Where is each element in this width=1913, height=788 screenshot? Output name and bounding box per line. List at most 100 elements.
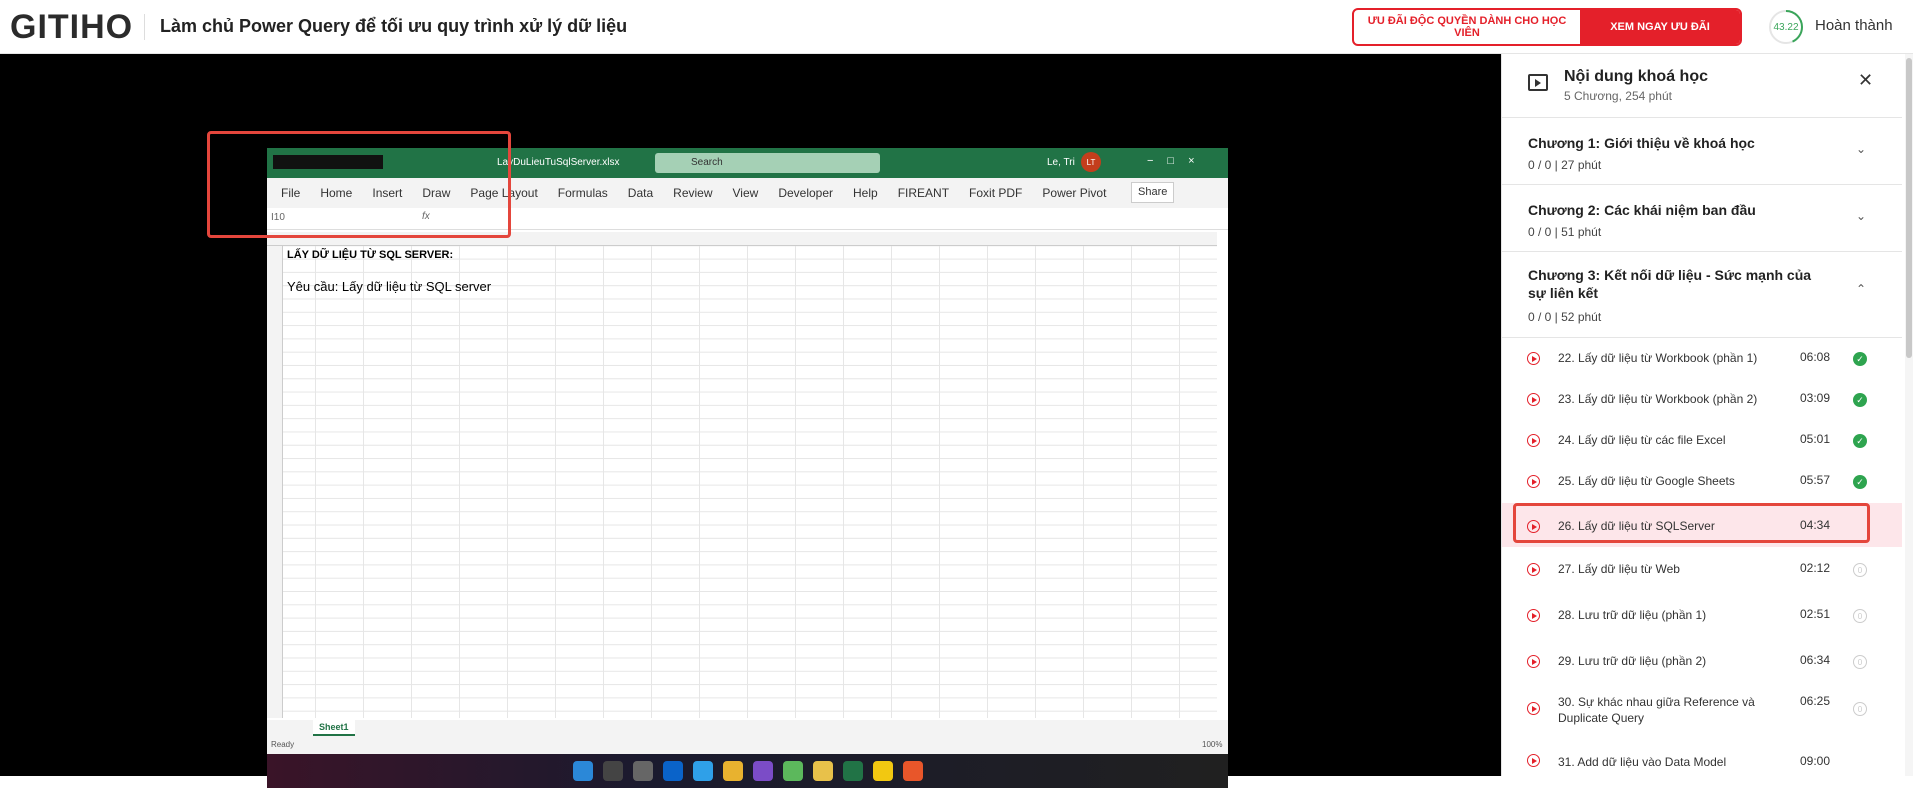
- promo-button[interactable]: XEM NGAY ƯU ĐÃI: [1580, 10, 1740, 44]
- check-icon: ✓: [1853, 475, 1867, 489]
- video-player[interactable]: LayDuLieuTuSqlServer.xlsx Search Le, Tri…: [0, 54, 1501, 788]
- chapter-meta: 0 / 0 | 51 phút: [1528, 225, 1602, 239]
- check-icon: ✓: [1853, 434, 1867, 448]
- lesson-item[interactable]: 31. Add dữ liệu vào Data Model 09:00: [1502, 736, 1902, 776]
- widgets-icon: [662, 761, 683, 781]
- sheet-tab: Sheet1: [313, 720, 355, 736]
- sidebar-subtitle: 5 Chương, 254 phút: [1564, 89, 1672, 103]
- windows-start-icon: [572, 761, 593, 781]
- lesson-title: 24. Lấy dữ liệu từ các file Excel: [1558, 433, 1726, 447]
- chapter-title: Chương 1: Giới thiệu về khoá học: [1528, 135, 1755, 151]
- top-header: GITIHO Làm chủ Power Query để tối ưu quy…: [0, 0, 1913, 54]
- tab-review: Review: [673, 186, 713, 200]
- lesson-item[interactable]: 23. Lấy dữ liệu từ Workbook (phần 2) 03:…: [1502, 379, 1902, 419]
- chapter-title: Chương 3: Kết nối dữ liệu - Sức mạnh của…: [1528, 267, 1812, 301]
- recorder-icon: [902, 761, 923, 781]
- lesson-item[interactable]: 22. Lấy dữ liệu từ Workbook (phần 1) 06:…: [1502, 338, 1902, 378]
- chapter-meta: 0 / 0 | 52 phút: [1528, 310, 1602, 324]
- chapter-3[interactable]: Chương 3: Kết nối dữ liệu - Sức mạnh của…: [1502, 252, 1902, 338]
- play-icon: [1527, 754, 1540, 767]
- lesson-item[interactable]: 29. Lưu trữ dữ liệu (phần 2) 06:34 0: [1502, 641, 1902, 681]
- lesson-item[interactable]: 27. Lấy dữ liệu từ Web 02:12 0: [1502, 549, 1902, 589]
- folder-icon: [812, 761, 833, 781]
- complete-label: Hoàn thành: [1815, 17, 1893, 34]
- play-icon: [1527, 434, 1540, 447]
- lesson-duration: 02:12: [1800, 561, 1831, 575]
- incomplete-icon: 0: [1853, 655, 1867, 669]
- lesson-title: 29. Lưu trữ dữ liệu (phần 2): [1558, 654, 1707, 668]
- lesson-title: 22. Lấy dữ liệu từ Workbook (phần 1): [1558, 351, 1758, 365]
- tab-power-pivot: Power Pivot: [1042, 186, 1107, 200]
- sidebar-header: Nội dung khoá học 5 Chương, 254 phút ✕: [1502, 54, 1902, 118]
- lesson-duration: 09:00: [1800, 754, 1831, 768]
- check-icon: ✓: [1853, 393, 1867, 407]
- lesson-title: 31. Add dữ liệu vào Data Model: [1558, 755, 1727, 769]
- course-title: Làm chủ Power Query để tối ưu quy trình …: [160, 16, 628, 36]
- tab-foxit-pdf: Foxit PDF: [969, 186, 1023, 200]
- sidebar-title: Nội dung khoá học: [1564, 68, 1708, 85]
- chapter-meta: 0 / 0 | 27 phút: [1528, 158, 1602, 172]
- gitiho-logo[interactable]: GITIHO: [10, 8, 133, 47]
- power-bi-icon: [872, 761, 893, 781]
- chrome-icon: [722, 761, 743, 781]
- windows-taskbar: [267, 754, 1228, 788]
- lesson-item[interactable]: 30. Sự khác nhau giữa Reference và Dupli…: [1502, 686, 1902, 734]
- play-icon: [1527, 655, 1540, 668]
- lesson-duration: 06:34: [1800, 653, 1831, 667]
- edge-icon: [692, 761, 713, 781]
- task-view-icon: [632, 761, 653, 781]
- chapter-title: Chương 2: Các khái niệm ban đầu: [1528, 202, 1756, 218]
- play-icon: [1527, 609, 1540, 622]
- header-divider: [144, 14, 145, 40]
- share-button: Share: [1131, 182, 1175, 203]
- camtasia-icon: [782, 761, 803, 781]
- progress-value: 43.22: [1773, 21, 1799, 33]
- lesson-title: 25. Lấy dữ liệu từ Google Sheets: [1558, 474, 1735, 488]
- excel-window: LayDuLieuTuSqlServer.xlsx Search Le, Tri…: [267, 148, 1228, 788]
- play-icon: [1527, 352, 1540, 365]
- lesson-duration: 06:08: [1800, 350, 1831, 364]
- promo-text: ƯU ĐÃI ĐỘC QUYỀN DÀNH CHO HỌC VIÊN: [1367, 15, 1567, 39]
- lesson-title: 27. Lấy dữ liệu từ Web: [1558, 562, 1680, 576]
- chevron-down-icon[interactable]: ⌄: [1856, 209, 1866, 223]
- lesson-item[interactable]: 28. Lưu trữ dữ liệu (phần 1) 02:51 0: [1502, 595, 1902, 635]
- incomplete-icon: 0: [1853, 702, 1867, 716]
- sidebar-scrollbar[interactable]: [1905, 54, 1913, 776]
- tab-help: Help: [853, 186, 878, 200]
- lesson-duration: 06:25: [1800, 694, 1831, 708]
- progress-ring: 43.22: [1767, 8, 1805, 46]
- promo-banner[interactable]: ƯU ĐÃI ĐỘC QUYỀN DÀNH CHO HỌC VIÊN XEM N…: [1352, 8, 1742, 46]
- excel-search-input: Search: [655, 153, 880, 173]
- play-icon: [1527, 475, 1540, 488]
- excel-filename: LayDuLieuTuSqlServer.xlsx: [497, 157, 620, 168]
- video-list-icon: [1528, 74, 1548, 91]
- play-icon: [1527, 563, 1540, 576]
- lesson-item[interactable]: 24. Lấy dữ liệu từ các file Excel 05:01 …: [1502, 420, 1902, 460]
- lesson-duration: 02:51: [1800, 607, 1831, 621]
- scrollbar-thumb[interactable]: [1906, 58, 1912, 358]
- tab-formulas: Formulas: [557, 186, 608, 200]
- highlight-box: [207, 131, 511, 238]
- window-controls: −□×: [1147, 155, 1209, 167]
- row-headers: [267, 246, 283, 718]
- chapter-1[interactable]: Chương 1: Giới thiệu về khoá học 0 / 0 |…: [1502, 118, 1902, 185]
- lesson-item[interactable]: 25. Lấy dữ liệu từ Google Sheets 05:57 ✓: [1502, 461, 1902, 501]
- excel-statusbar: Ready 100%: [267, 736, 1228, 754]
- tab-fireant: FIREANT: [897, 186, 950, 200]
- chevron-down-icon[interactable]: ⌄: [1856, 142, 1866, 156]
- avatar: LT: [1081, 152, 1101, 172]
- course-sidebar: Nội dung khoá học 5 Chương, 254 phút ✕ C…: [1501, 54, 1913, 776]
- chevron-up-icon[interactable]: ⌃: [1856, 282, 1866, 296]
- lesson-title: 28. Lưu trữ dữ liệu (phần 1): [1558, 608, 1707, 622]
- lesson-title: 30. Sự khác nhau giữa Reference và Dupli…: [1558, 695, 1755, 725]
- close-icon[interactable]: ✕: [1858, 70, 1873, 91]
- check-icon: ✓: [1853, 352, 1867, 366]
- lesson-duration: 05:57: [1800, 473, 1831, 487]
- cell-a1: LẤY DỮ LIỆU TỪ SQL SERVER:: [287, 249, 454, 261]
- cell-a3: Yêu cầu: Lấy dữ liệu từ SQL server: [287, 279, 492, 294]
- excel-icon: [842, 761, 863, 781]
- status-text: Ready: [271, 740, 295, 749]
- chapter-2[interactable]: Chương 2: Các khái niệm ban đầu 0 / 0 | …: [1502, 185, 1902, 252]
- incomplete-icon: 0: [1853, 609, 1867, 623]
- play-icon: [1527, 702, 1540, 715]
